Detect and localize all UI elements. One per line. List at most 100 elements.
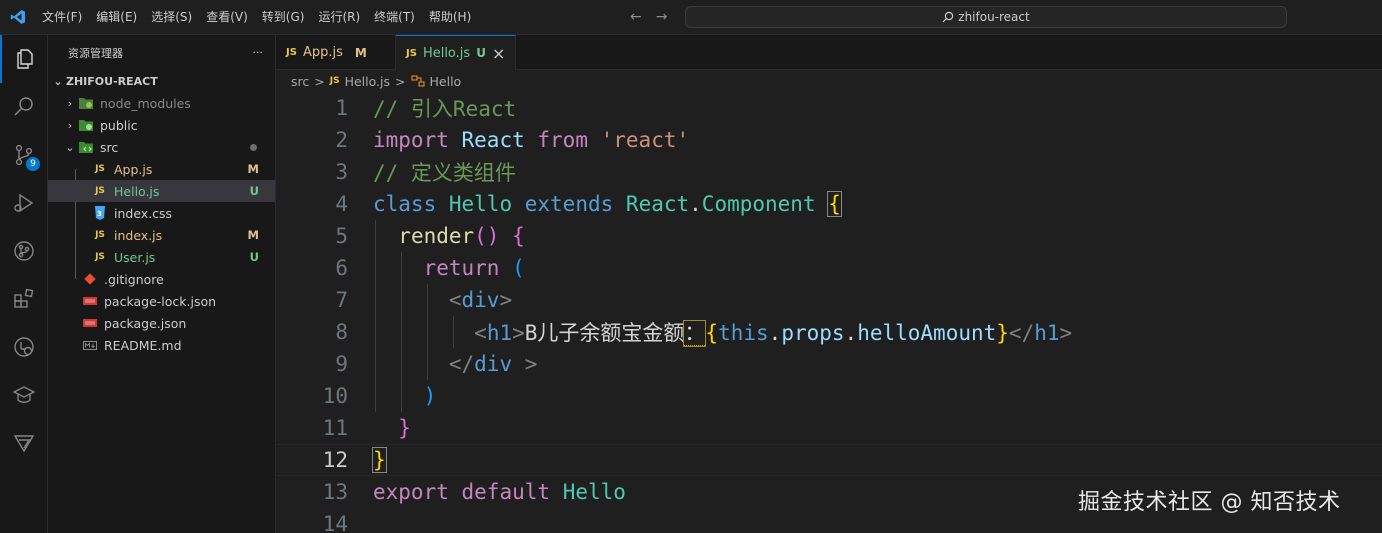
title-bar: 文件(F) 编辑(E) 选择(S) 查看(V) 转到(G) 运行(R) 终端(T… — [0, 0, 1382, 35]
npm-file-icon — [82, 315, 98, 331]
back-arrow-icon[interactable]: ← — [630, 9, 642, 25]
explorer-icon[interactable] — [0, 35, 48, 83]
forward-arrow-icon[interactable]: → — [656, 9, 668, 25]
tree-item-hello-js[interactable]: JS Hello.js U — [48, 180, 275, 202]
tab-app-js[interactable]: JS App.js M — [276, 35, 396, 70]
tree-item-node-modules[interactable]: › node_modules — [48, 92, 275, 114]
learning-hat-icon[interactable] — [0, 371, 48, 419]
breadcrumb: src > JS Hello.js > Hello — [276, 70, 1382, 92]
menu-selection[interactable]: 选择(S) — [144, 0, 199, 35]
code-content: class Hello extends React.Component { — [373, 191, 842, 217]
workspace-root[interactable]: ⌄ ZHIFOU-REACT — [48, 70, 275, 92]
code-content: render() { — [398, 224, 525, 248]
line-number: 7 — [335, 288, 348, 312]
search-icon[interactable] — [0, 83, 48, 131]
js-file-icon: JS — [286, 47, 297, 58]
code-content: </div > — [448, 352, 538, 376]
line-number: 14 — [322, 512, 348, 533]
tree-item-index-js[interactable]: JS index.js M — [48, 224, 275, 246]
extensions-icon[interactable] — [0, 275, 48, 323]
menu-terminal[interactable]: 终端(T) — [367, 0, 422, 35]
line-number: 11 — [322, 416, 348, 440]
code-line: 6 return ( — [276, 252, 1382, 284]
folder-public-icon — [78, 117, 94, 133]
filter-triangle-icon[interactable] — [0, 419, 48, 467]
tree-item-label: package-lock.json — [104, 293, 217, 309]
code-content: <div> — [448, 288, 513, 312]
chevron-down-icon: ⌄ — [65, 140, 75, 154]
tree-item-public[interactable]: › public — [48, 114, 275, 136]
markdown-file-icon — [82, 337, 98, 353]
close-tab-icon[interactable]: × — [492, 44, 505, 63]
git-status-modified: M — [247, 228, 259, 242]
chevron-right-icon: › — [67, 96, 73, 110]
source-control-badge: 9 — [26, 157, 40, 171]
navigation-arrows: ← → — [630, 9, 667, 25]
tree-item-index-css[interactable]: 3 index.css — [48, 202, 275, 224]
code-content: return ( — [423, 256, 525, 280]
code-content: // 定义类组件 — [373, 161, 516, 185]
line-number: 5 — [335, 224, 348, 248]
tree-item-src[interactable]: ⌄ src — [48, 136, 275, 158]
menu-go[interactable]: 转到(G) — [255, 0, 312, 35]
tree-item-label: index.js — [114, 227, 163, 243]
tree-item-label: App.js — [114, 161, 153, 177]
line-number: 2 — [335, 128, 348, 152]
breadcrumb-folder[interactable]: src — [291, 74, 309, 89]
explorer-sidebar: 资源管理器 ··· ⌄ ZHIFOU-REACT › node_modules … — [48, 35, 276, 533]
command-center-search[interactable]: zhifou-react — [685, 6, 1287, 28]
tree-item-readme[interactable]: README.md — [48, 334, 275, 356]
tree-item-label: README.md — [104, 337, 182, 353]
menu-view[interactable]: 查看(V) — [199, 0, 255, 35]
chevron-right-icon: › — [67, 118, 73, 132]
code-content: <h1>B儿子余额宝金额：{this.props.helloAmount}</h… — [474, 320, 1073, 347]
tree-item-gitignore[interactable]: .gitignore — [48, 268, 275, 290]
git-status-untracked: U — [249, 250, 259, 264]
tree-item-label: src — [100, 139, 119, 155]
vscode-logo-icon — [0, 0, 35, 35]
remote-explorer-icon[interactable] — [0, 323, 48, 371]
code-line: 2 import React from 'react' — [276, 124, 1382, 156]
tree-item-label: User.js — [114, 249, 156, 265]
breadcrumb-separator: > — [395, 73, 406, 89]
folder-src-icon — [78, 139, 94, 155]
tree-item-label: index.css — [114, 205, 173, 221]
tree-item-user-js[interactable]: JS User.js U — [48, 246, 275, 268]
git-graph-icon[interactable] — [0, 227, 48, 275]
line-number: 8 — [335, 320, 348, 344]
menu-run[interactable]: 运行(R) — [311, 0, 367, 35]
chevron-down-icon: ⌄ — [53, 74, 63, 88]
tab-hello-js[interactable]: JS Hello.js U × — [396, 35, 516, 70]
breadcrumb-file[interactable]: Hello.js — [345, 74, 390, 89]
tree-item-label: public — [100, 117, 138, 133]
code-content: } — [372, 447, 387, 473]
more-actions-icon[interactable]: ··· — [253, 46, 264, 59]
menu-edit[interactable]: 编辑(E) — [89, 0, 144, 35]
tree-item-package-json[interactable]: package.json — [48, 312, 275, 334]
menu-bar: 文件(F) 编辑(E) 选择(S) 查看(V) 转到(G) 运行(R) 终端(T… — [35, 0, 478, 35]
explorer-header: 资源管理器 ··· — [48, 35, 275, 70]
line-number: 4 — [335, 192, 348, 216]
code-line: 1 // 引入React — [276, 92, 1382, 124]
menu-help[interactable]: 帮助(H) — [422, 0, 478, 35]
tab-label: Hello.js — [422, 45, 471, 61]
code-content: ) — [423, 384, 437, 408]
code-editor[interactable]: 1 // 引入React 2 import React from 'react'… — [276, 92, 1382, 533]
modified-dot-icon — [250, 143, 257, 151]
tree-item-label: Hello.js — [114, 183, 160, 199]
breadcrumb-symbol[interactable]: Hello — [430, 74, 462, 89]
line-number: 6 — [335, 256, 348, 280]
tab-status: M — [354, 45, 367, 60]
activity-bar: 9 — [0, 35, 48, 533]
code-line: 9 </div > — [276, 348, 1382, 380]
js-file-icon: JS — [95, 230, 105, 240]
folder-node-icon — [78, 95, 94, 111]
tree-item-package-lock[interactable]: package-lock.json — [48, 290, 275, 312]
js-file-icon: JS — [406, 47, 417, 59]
tab-label: App.js — [302, 45, 343, 60]
menu-file[interactable]: 文件(F) — [35, 0, 89, 35]
tree-item-app-js[interactable]: JS App.js M — [48, 158, 275, 180]
js-file-icon: JS — [95, 252, 105, 262]
run-debug-icon[interactable] — [0, 179, 48, 227]
source-control-icon[interactable] — [0, 131, 48, 179]
